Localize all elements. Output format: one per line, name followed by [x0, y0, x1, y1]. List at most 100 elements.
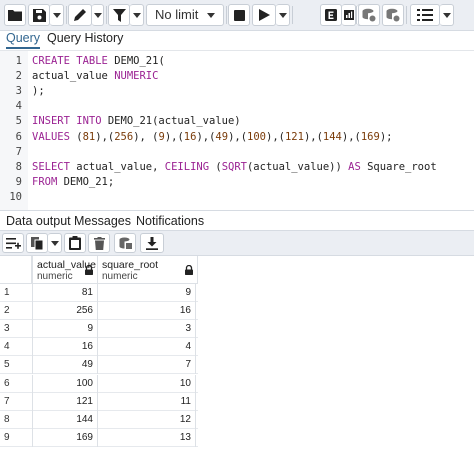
code-line[interactable]: 6 VALUES (81),(256), (9),(16),(49),(100),…: [0, 130, 474, 145]
cell-square-root[interactable]: 13: [98, 428, 196, 447]
table-row[interactable]: 1 81 9: [0, 284, 198, 302]
filter-button[interactable]: [108, 4, 130, 26]
table-row[interactable]: 4 16 4: [0, 338, 198, 357]
code-line[interactable]: 4: [0, 99, 474, 114]
macros-dropdown-button[interactable]: [440, 4, 454, 26]
line-number: 1: [15, 55, 22, 67]
code-line[interactable]: 10: [0, 190, 474, 205]
add-row-button[interactable]: [2, 233, 24, 253]
cell-actual-value[interactable]: 256: [32, 302, 98, 321]
cell-square-root[interactable]: 16: [98, 302, 196, 321]
code-token: ),(: [341, 130, 361, 143]
download-button[interactable]: [140, 233, 164, 253]
code-token: ),(: [266, 130, 285, 143]
code-token: actual_value,: [76, 160, 165, 173]
cell-actual-value[interactable]: 81: [32, 284, 98, 302]
database-commit-icon: [362, 8, 376, 22]
code-token: );: [379, 130, 393, 143]
table-row[interactable]: 6 100 10: [0, 374, 198, 393]
output-toolbar: [0, 231, 474, 256]
code-token: 144: [322, 130, 342, 143]
tab-query-history[interactable]: Query History: [47, 31, 123, 46]
execute-dropdown-button[interactable]: [276, 4, 290, 26]
table-row[interactable]: 5 49 7: [0, 356, 198, 375]
stop-button[interactable]: [228, 4, 250, 26]
edit-dropdown-button[interactable]: [92, 4, 104, 26]
column-header-square-root[interactable]: square_root numeric: [98, 256, 198, 284]
cell-square-root[interactable]: 7: [98, 356, 196, 375]
cell-actual-value[interactable]: 169: [32, 428, 98, 447]
line-number: 7: [15, 145, 22, 158]
tab-notifications[interactable]: Notifications: [136, 214, 204, 229]
database-save-icon: [119, 237, 132, 249]
table-row[interactable]: 8 144 12: [0, 410, 198, 429]
table-row[interactable]: 9 169 13: [0, 428, 198, 447]
line-number: 2: [15, 70, 22, 83]
code-line[interactable]: 5 INSERT INTO DEMO_21(actual_value): [0, 114, 474, 129]
code-line[interactable]: 7: [0, 145, 474, 160]
copy-dropdown-button[interactable]: [48, 233, 62, 253]
pencil-icon: [74, 9, 86, 21]
edit-button[interactable]: [68, 4, 92, 26]
code-token: VALUES: [32, 130, 77, 143]
row-number: 8: [4, 413, 10, 425]
table-row[interactable]: 7 121 11: [0, 392, 198, 411]
cell-actual-value[interactable]: 9: [32, 320, 98, 339]
rollback-button[interactable]: [382, 4, 404, 26]
save-dropdown-button[interactable]: [50, 4, 64, 26]
table-row[interactable]: 2 256 16: [0, 302, 198, 321]
row-limit-select[interactable]: No limit: [146, 4, 224, 26]
sql-editor[interactable]: 1 CREATE TABLE DEMO_21(2 actual_value NUME…: [0, 50, 474, 211]
code-line[interactable]: 3);: [0, 84, 474, 99]
code-token: NUMERIC: [114, 70, 159, 83]
code-line[interactable]: 8 SELECT actual_value, CEILING (SQRT(actu…: [0, 160, 474, 175]
explain-dropdown-button[interactable]: [342, 4, 356, 26]
explain-button[interactable]: [320, 4, 342, 26]
column-header-actual-value[interactable]: actual_value numeric: [32, 256, 98, 284]
row-number: 3: [4, 323, 10, 335]
save-results-button[interactable]: [114, 233, 136, 253]
code-token: CREATE TABLE: [32, 55, 115, 67]
commit-button[interactable]: [358, 4, 380, 26]
cell-square-root[interactable]: 4: [98, 338, 196, 357]
toolbar-divider: [292, 6, 293, 24]
folder-icon: [8, 10, 22, 21]
cell-actual-value[interactable]: 121: [32, 392, 98, 411]
row-number: 1: [4, 287, 10, 298]
copy-button[interactable]: [26, 233, 48, 253]
macros-button[interactable]: [410, 4, 440, 26]
tab-messages[interactable]: Messages: [74, 214, 131, 229]
delete-row-button[interactable]: [88, 233, 110, 253]
code-line[interactable]: 1 CREATE TABLE DEMO_21(: [0, 54, 474, 69]
row-limit-value: No limit: [155, 7, 199, 22]
cell-actual-value[interactable]: 144: [32, 410, 98, 429]
tab-query[interactable]: Query: [6, 31, 41, 49]
line-number: 4: [15, 100, 22, 113]
cell-square-root[interactable]: 9: [98, 284, 196, 302]
cell-square-root[interactable]: 11: [98, 392, 196, 411]
row-number: 6: [4, 377, 10, 389]
code-line[interactable]: 9 FROM DEMO_21;: [0, 175, 474, 190]
database-rollback-icon: [386, 8, 400, 22]
cell-actual-value[interactable]: 100: [32, 374, 98, 393]
execute-button[interactable]: [252, 4, 276, 26]
cell-square-root[interactable]: 3: [98, 320, 196, 339]
row-number: 5: [4, 359, 10, 371]
cell-actual-value[interactable]: 49: [32, 356, 98, 375]
trash-icon: [93, 236, 105, 250]
explain-analyze-icon: [343, 10, 354, 20]
cell-actual-value[interactable]: 16: [32, 338, 98, 357]
table-row[interactable]: 393: [0, 320, 198, 339]
open-file-button[interactable]: [4, 4, 26, 26]
paste-button[interactable]: [64, 233, 86, 253]
toolbar-divider: [356, 6, 357, 24]
code-text: SELECT actual_value, CEILING (SQRT(actua…: [32, 160, 437, 175]
row-number-header: [0, 256, 32, 284]
cell-square-root[interactable]: 12: [98, 410, 196, 429]
filter-dropdown-button[interactable]: [130, 4, 144, 26]
chevron-down-icon: [207, 13, 215, 18]
save-button[interactable]: [28, 4, 50, 26]
cell-square-root[interactable]: 10: [98, 374, 196, 393]
code-line[interactable]: 2 actual_value NUMERIC: [0, 69, 474, 84]
code-token: 16: [183, 130, 197, 143]
